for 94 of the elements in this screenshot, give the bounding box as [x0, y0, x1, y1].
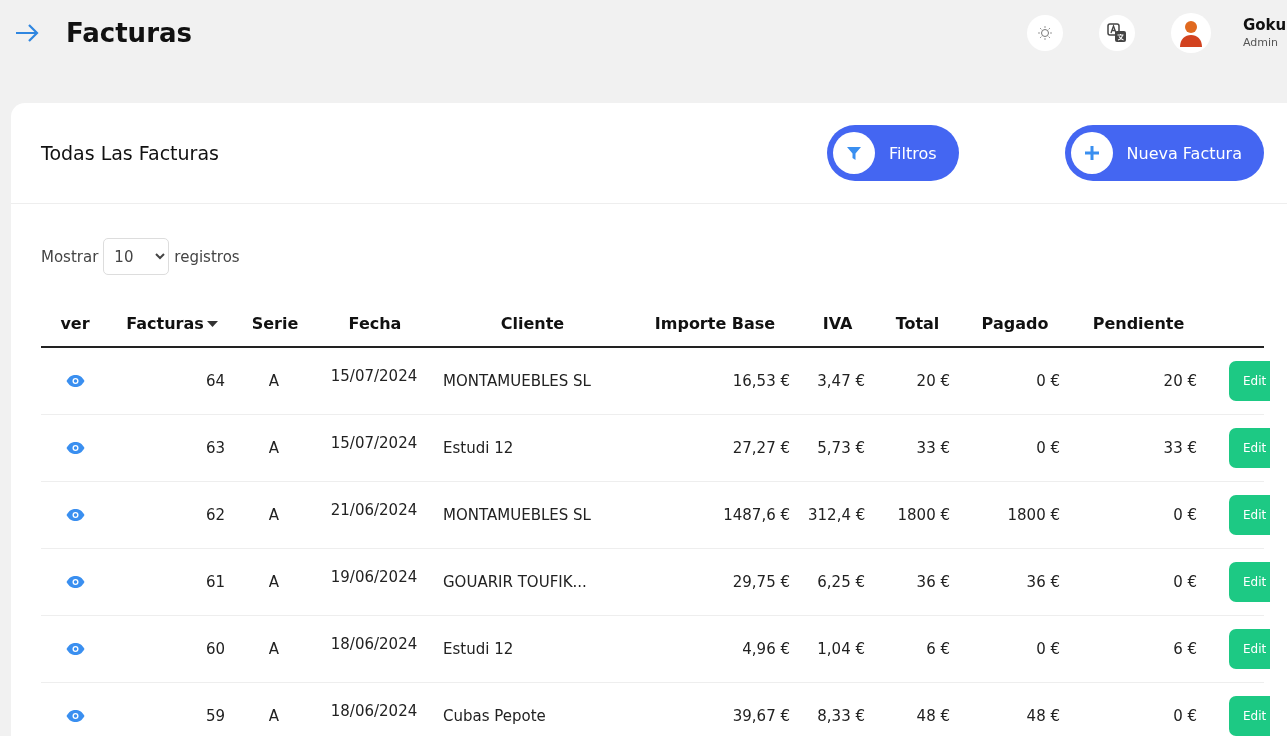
table-cell-text: A [267, 372, 281, 390]
table-cell-text: A [267, 573, 281, 591]
view-button[interactable] [65, 375, 85, 387]
user-name: Goku [1243, 16, 1287, 34]
column-header[interactable]: Total [875, 314, 960, 333]
filter-button[interactable]: Filtros [827, 125, 959, 181]
table-cell-text: A [267, 506, 281, 524]
table-cell-text: 27,27 € [731, 439, 791, 457]
table-cell-text: 33 € [1162, 439, 1198, 457]
table-cell-text: GOUARIR TOUFIK... [442, 573, 588, 591]
column-header[interactable]: ver [41, 314, 109, 333]
table-cell-text: 6 € [925, 640, 951, 658]
table-cell-text: 0 € [1035, 439, 1061, 457]
table-cell-text: 48 € [915, 707, 951, 725]
table-cell-text: 33 € [915, 439, 951, 457]
view-button[interactable] [65, 576, 85, 588]
table-cell-text: 36 € [1025, 573, 1061, 591]
table-cell-text: MONTAMUEBLES SL [442, 372, 592, 390]
table-cell-text: 0 € [1172, 573, 1198, 591]
table-cell-text: 60 [204, 640, 226, 658]
table-cell-text: 0 € [1035, 372, 1061, 390]
table-cell-text: 0 € [1172, 707, 1198, 725]
user-role: Admin [1243, 36, 1280, 49]
show-label: Mostrar [41, 247, 99, 266]
table-cell-text: MONTAMUEBLES SL [442, 506, 592, 524]
column-header[interactable]: Fecha [315, 314, 435, 333]
eye-icon [65, 643, 85, 655]
table-cell-text: 6 € [1172, 640, 1198, 658]
view-button[interactable] [65, 710, 85, 722]
table-cell-text: 20 € [1162, 372, 1198, 390]
column-header[interactable]: IVA [800, 314, 875, 333]
column-header[interactable]: Facturas [109, 314, 235, 333]
table-cell-text: 3,47 € [816, 372, 866, 390]
eye-icon [65, 509, 85, 521]
table-cell-text: 61 [204, 573, 226, 591]
table-cell-text: 39,67 € [731, 707, 791, 725]
table-cell-text: 1800 € [896, 506, 951, 524]
user-avatar[interactable] [1171, 12, 1211, 53]
table-cell-text: 62 [204, 506, 226, 524]
column-header[interactable]: Importe Base [630, 314, 800, 333]
table-cell-text: A [267, 439, 281, 457]
arrow-right-icon[interactable] [14, 22, 40, 43]
column-header[interactable]: Pagado [960, 314, 1070, 333]
theme-button[interactable] [1027, 14, 1063, 51]
table-cell-text: 15/07/2024 [329, 434, 419, 452]
table-cell-text: 312,4 € [807, 506, 867, 524]
sun-icon [1037, 24, 1053, 41]
card-title: Todas Las Facturas [41, 142, 220, 164]
eye-icon [65, 375, 85, 387]
table-cell-text: 21/06/2024 [329, 501, 419, 519]
table-cell-text: 19/06/2024 [329, 568, 419, 586]
eye-icon [65, 576, 85, 588]
table-cell-text: 18/06/2024 [329, 635, 419, 653]
table-cell-text: 8,33 € [816, 707, 866, 725]
table-cell-text: A [267, 707, 281, 725]
table-cell-text: 18/06/2024 [329, 702, 419, 720]
translate-icon [1107, 22, 1127, 43]
view-button[interactable] [65, 509, 85, 521]
table-cell-text: 1487,6 € [722, 506, 791, 524]
table-cell-text: 5,73 € [816, 439, 866, 457]
table-cell-text: Estudi 12 [442, 439, 515, 457]
table-cell-text: 0 € [1172, 506, 1198, 524]
table-cell-text: A [267, 640, 281, 658]
table-cell-text: Cubas Pepote [442, 707, 547, 725]
view-button[interactable] [65, 442, 85, 454]
records-label: registros [174, 247, 240, 266]
table-cell-text: 64 [204, 372, 226, 390]
sort-down-icon [206, 320, 218, 327]
eye-icon [65, 442, 85, 454]
table-cell-text: 1800 € [1006, 506, 1061, 524]
plus-icon [1083, 145, 1100, 161]
table-cell-text: 63 [204, 439, 226, 457]
translate-button[interactable] [1099, 14, 1135, 51]
funnel-icon [846, 145, 862, 161]
table-cell-text: 15/07/2024 [329, 367, 419, 385]
table-cell-text: 4,96 € [741, 640, 791, 658]
column-header[interactable]: Cliente [435, 314, 630, 333]
column-header[interactable]: Pendiente [1070, 314, 1207, 333]
new-invoice-button[interactable]: Nueva Factura [1064, 125, 1264, 181]
table-cell-text: 1,04 € [816, 640, 866, 658]
page-size-select[interactable]: 10 [103, 238, 170, 275]
table-cell-text: 20 € [915, 372, 951, 390]
table-cell-text: 48 € [1025, 707, 1061, 725]
table-cell-text: 36 € [915, 573, 951, 591]
page-title: Facturas [66, 17, 193, 48]
table-cell-text: 0 € [1035, 640, 1061, 658]
eye-icon [65, 710, 85, 722]
column-header[interactable]: Serie [235, 314, 315, 333]
table-cell-text: 29,75 € [731, 573, 791, 591]
table-cell-text: 16,53 € [731, 372, 791, 390]
table-cell-text: Estudi 12 [442, 640, 515, 658]
table-cell-text: 6,25 € [816, 573, 866, 591]
view-button[interactable] [65, 643, 85, 655]
table-cell-text: 59 [204, 707, 226, 725]
